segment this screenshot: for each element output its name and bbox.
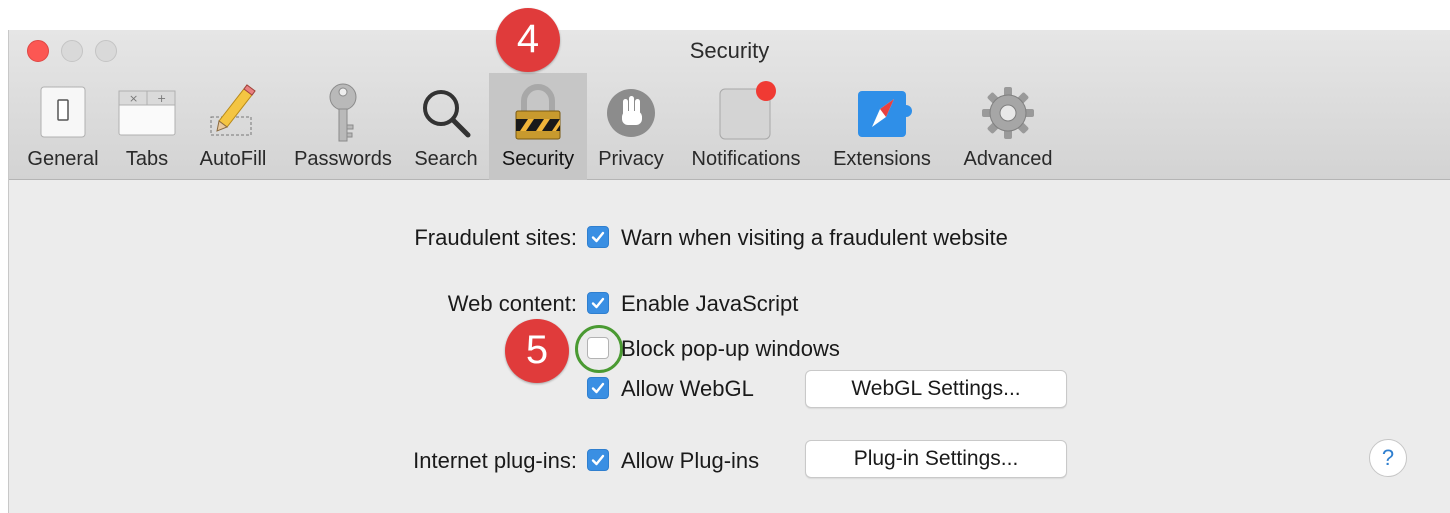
tab-label: AutoFill — [199, 148, 267, 170]
checkmark-icon — [591, 382, 605, 394]
plugin-settings-button[interactable]: Plug-in Settings... — [805, 440, 1067, 478]
tab-privacy[interactable]: Privacy — [587, 73, 675, 180]
checkmark-icon — [591, 454, 605, 466]
tab-label: Notifications — [691, 148, 801, 170]
web-content-label: Web content: — [447, 291, 577, 316]
fraudulent-warning-label[interactable]: Warn when visiting a fraudulent website — [621, 225, 1008, 251]
tab-tabs[interactable]: × + Tabs — [111, 73, 183, 180]
enable-javascript-checkbox[interactable] — [587, 292, 609, 314]
svg-text:×: × — [129, 92, 138, 105]
window-title: Security — [689, 38, 770, 63]
lock-icon — [506, 81, 570, 145]
tab-label: Advanced — [963, 148, 1053, 170]
tab-extensions[interactable]: Extensions — [819, 73, 945, 180]
titlebar-toolbar: Security General × + Tabs AutoFill Passw… — [9, 30, 1450, 180]
general-switch-icon — [31, 81, 95, 145]
allow-webgl-checkbox[interactable] — [587, 377, 609, 399]
internet-plugins-label: Internet plug-ins: — [413, 448, 577, 473]
allow-webgl-label[interactable]: Allow WebGL — [621, 376, 754, 402]
checkmark-icon — [591, 297, 605, 309]
tab-label: Search — [414, 148, 478, 170]
enable-javascript-label[interactable]: Enable JavaScript — [621, 291, 798, 317]
tab-notifications[interactable]: Notifications — [675, 73, 817, 180]
tab-label: General — [27, 148, 99, 170]
tab-label: Extensions — [833, 148, 931, 170]
tab-search[interactable]: Search — [403, 73, 489, 180]
step-4-badge: 4 — [496, 8, 560, 72]
tab-autofill[interactable]: AutoFill — [183, 73, 283, 180]
magnifier-icon — [414, 81, 478, 145]
hand-icon — [599, 81, 663, 145]
allow-plugins-checkbox[interactable] — [587, 449, 609, 471]
tab-advanced[interactable]: Advanced — [949, 73, 1067, 180]
tab-label: Tabs — [125, 148, 169, 170]
webgl-settings-button[interactable]: WebGL Settings... — [805, 370, 1067, 408]
help-button[interactable]: ? — [1369, 439, 1407, 477]
checkmark-icon — [591, 231, 605, 243]
tabs-icon: × + — [115, 81, 179, 145]
step-5-badge: 5 — [505, 319, 569, 383]
tab-passwords[interactable]: Passwords — [283, 73, 403, 180]
tab-security[interactable]: Security — [489, 73, 587, 180]
fraudulent-warning-checkbox[interactable] — [587, 226, 609, 248]
allow-plugins-label[interactable]: Allow Plug-ins — [621, 448, 759, 474]
tab-label: Security — [501, 148, 575, 170]
pencil-icon — [201, 81, 265, 145]
tab-label: Passwords — [294, 148, 392, 170]
notification-badge-icon — [714, 81, 778, 145]
tab-label: Privacy — [598, 148, 664, 170]
tab-general[interactable]: General — [15, 73, 111, 180]
fraudulent-sites-label: Fraudulent sites: — [414, 225, 577, 250]
key-icon — [311, 81, 375, 145]
highlight-ring — [575, 325, 623, 373]
preferences-window: Security General × + Tabs AutoFill Passw… — [8, 8, 1450, 513]
gear-icon — [976, 81, 1040, 145]
svg-text:+: + — [157, 92, 166, 105]
puzzle-compass-icon — [850, 81, 914, 145]
block-popups-label[interactable]: Block pop-up windows — [621, 336, 840, 362]
